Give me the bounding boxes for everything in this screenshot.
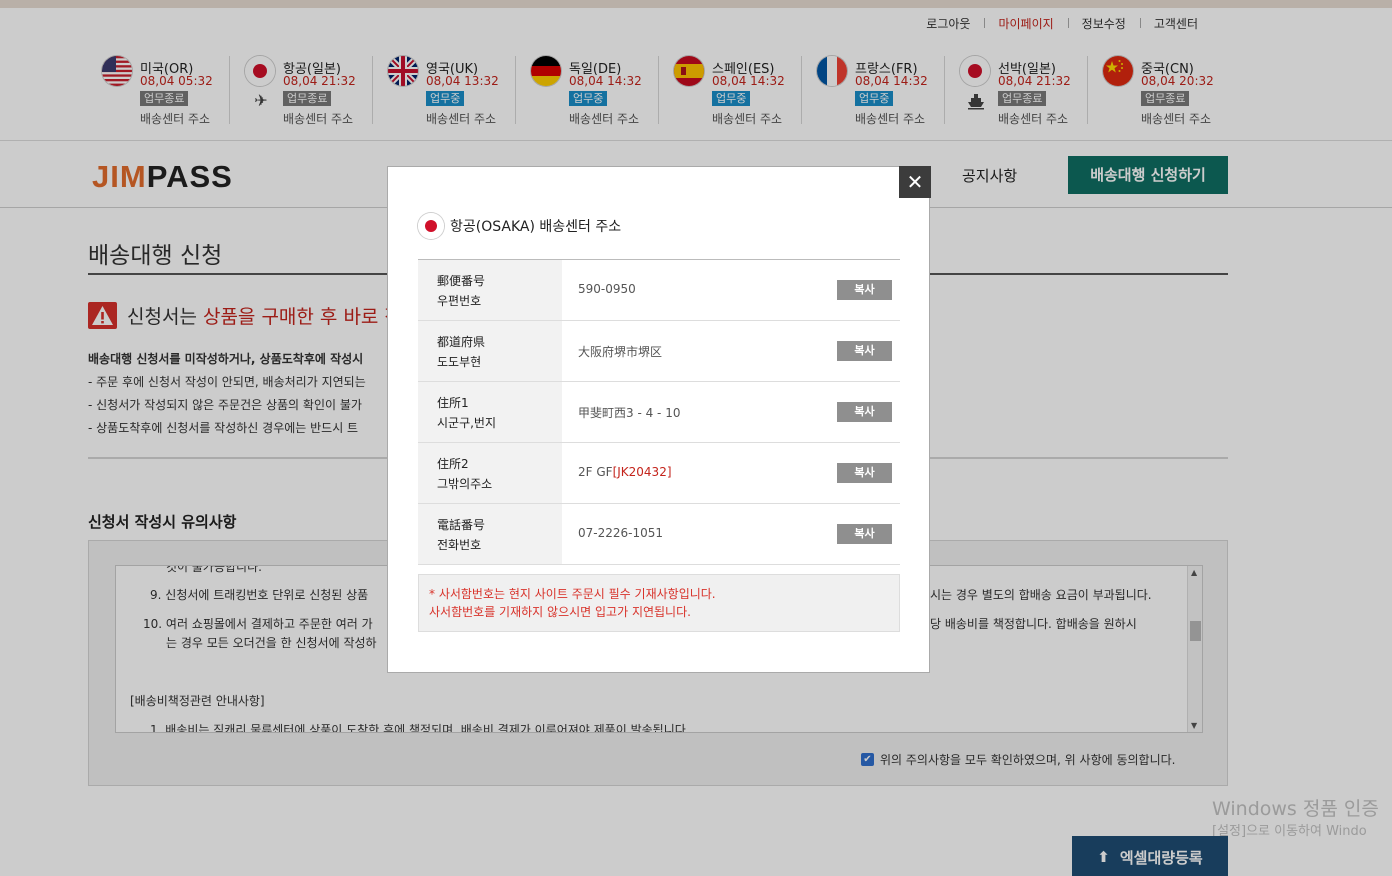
address-table: 郵便番号 우편번호 590-0950 복사 都道府県 도도부현 大阪府堺市堺区 복사… (418, 259, 900, 565)
row-value: 甲斐町西3 - 4 - 10 (578, 406, 681, 420)
close-button[interactable]: ✕ (899, 166, 931, 198)
row-value: 590-0950 (578, 282, 636, 296)
note-line: 사서함번호를 기재하지 않으시면 입고가 지연됩니다. (429, 605, 691, 619)
table-row: 電話番号 전화번호 07-2226-1051 복사 (418, 504, 900, 565)
table-row: 都道府県 도도부현 大阪府堺市堺区 복사 (418, 321, 900, 382)
row-label: 郵便番号 우편번호 (418, 260, 562, 320)
modal-title-text: 항공(OSAKA) 배송센터 주소 (450, 219, 622, 235)
jp-flag-icon (418, 213, 444, 239)
copy-button[interactable]: 복사 (837, 341, 892, 361)
address-modal: ✕ 항공(OSAKA) 배송센터 주소 郵便番号 우편번호 590-0950 복사… (387, 166, 931, 673)
note-line: * 사서함번호는 현지 사이트 주문시 필수 기재사항입니다. (429, 587, 716, 601)
row-label: 電話番号 전화번호 (418, 504, 562, 564)
row-label: 住所2 그밖의주소 (418, 443, 562, 503)
copy-button[interactable]: 복사 (837, 280, 892, 300)
copy-button[interactable]: 복사 (837, 402, 892, 422)
table-row: 住所2 그밖의주소 2F GF[JK20432] 복사 (418, 443, 900, 504)
copy-button[interactable]: 복사 (837, 524, 892, 544)
table-row: 住所1 시군구,번지 甲斐町西3 - 4 - 10 복사 (418, 382, 900, 443)
copy-button[interactable]: 복사 (837, 463, 892, 483)
row-label: 住所1 시군구,번지 (418, 382, 562, 442)
row-value: 大阪府堺市堺区 (578, 345, 663, 359)
modal-note: * 사서함번호는 현지 사이트 주문시 필수 기재사항입니다. 사서함번호를 기… (418, 574, 900, 632)
row-label: 都道府県 도도부현 (418, 321, 562, 381)
row-value: 2F GF[JK20432] (578, 465, 672, 479)
row-value: 07-2226-1051 (578, 526, 664, 540)
modal-title: 항공(OSAKA) 배송센터 주소 (418, 213, 621, 239)
table-row: 郵便番号 우편번호 590-0950 복사 (418, 260, 900, 321)
